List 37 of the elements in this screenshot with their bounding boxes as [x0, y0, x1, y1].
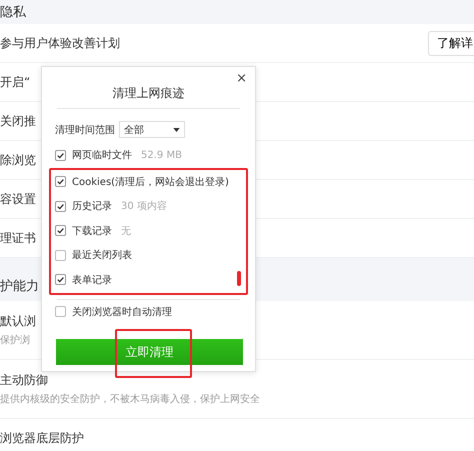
item-detail: 30 项内容 [121, 200, 167, 214]
setting-description: 保护浏 [0, 334, 31, 347]
checkbox[interactable] [55, 306, 66, 318]
item-detail: 52.9 MB [141, 150, 182, 161]
checkbox[interactable] [55, 274, 66, 286]
setting-description: 提供内核级的安全防护，不被木马病毒入侵，保护上网安全 [0, 392, 260, 406]
setting-label: 理证书 [0, 230, 36, 246]
checkbox-label: 最近关闭列表 [72, 248, 132, 262]
setting-label: 关闭推 [0, 112, 36, 130]
scrollbar-thumb[interactable] [237, 270, 241, 286]
time-range-dropdown[interactable]: 全部 [119, 121, 185, 138]
checkbox[interactable] [55, 250, 66, 261]
setting-label: 浏览器底层防护 [0, 430, 84, 446]
section-title: 隐私 [0, 4, 26, 21]
setting-label: 开启“ [0, 74, 30, 90]
setting-label: 除浏览 [0, 152, 36, 168]
checkbox-label: 网页临时文件 [72, 148, 132, 162]
section-title: 护能力 [0, 278, 39, 295]
item-detail: 无 [121, 224, 131, 238]
caret-icon [173, 128, 180, 132]
checkbox-label: 下载记录 [72, 224, 112, 238]
setting-label: 容设置 [0, 190, 36, 208]
checkbox-label: 表单记录 [72, 274, 112, 287]
setting-label: 参与用户体验改善计划 [0, 34, 120, 52]
checkbox[interactable] [55, 150, 66, 161]
setting-label: 默认浏 [0, 313, 36, 330]
checkbox-label: Cookies(清理后，网站会退出登录) [72, 176, 229, 189]
details-button[interactable]: 了解详 [428, 30, 474, 56]
checkbox[interactable] [55, 176, 66, 188]
field-label: 清理时间范围 [55, 124, 115, 136]
checkbox-label: 关闭浏览器时自动清理 [72, 306, 172, 319]
close-button[interactable]: × [234, 71, 249, 86]
checkbox[interactable] [55, 200, 66, 212]
checkbox-label: 历史记录 [72, 200, 112, 214]
setting-label: 主动防御 [0, 372, 49, 389]
checkbox[interactable] [55, 225, 66, 236]
dialog-title: 清理上网痕迹 [112, 85, 186, 102]
